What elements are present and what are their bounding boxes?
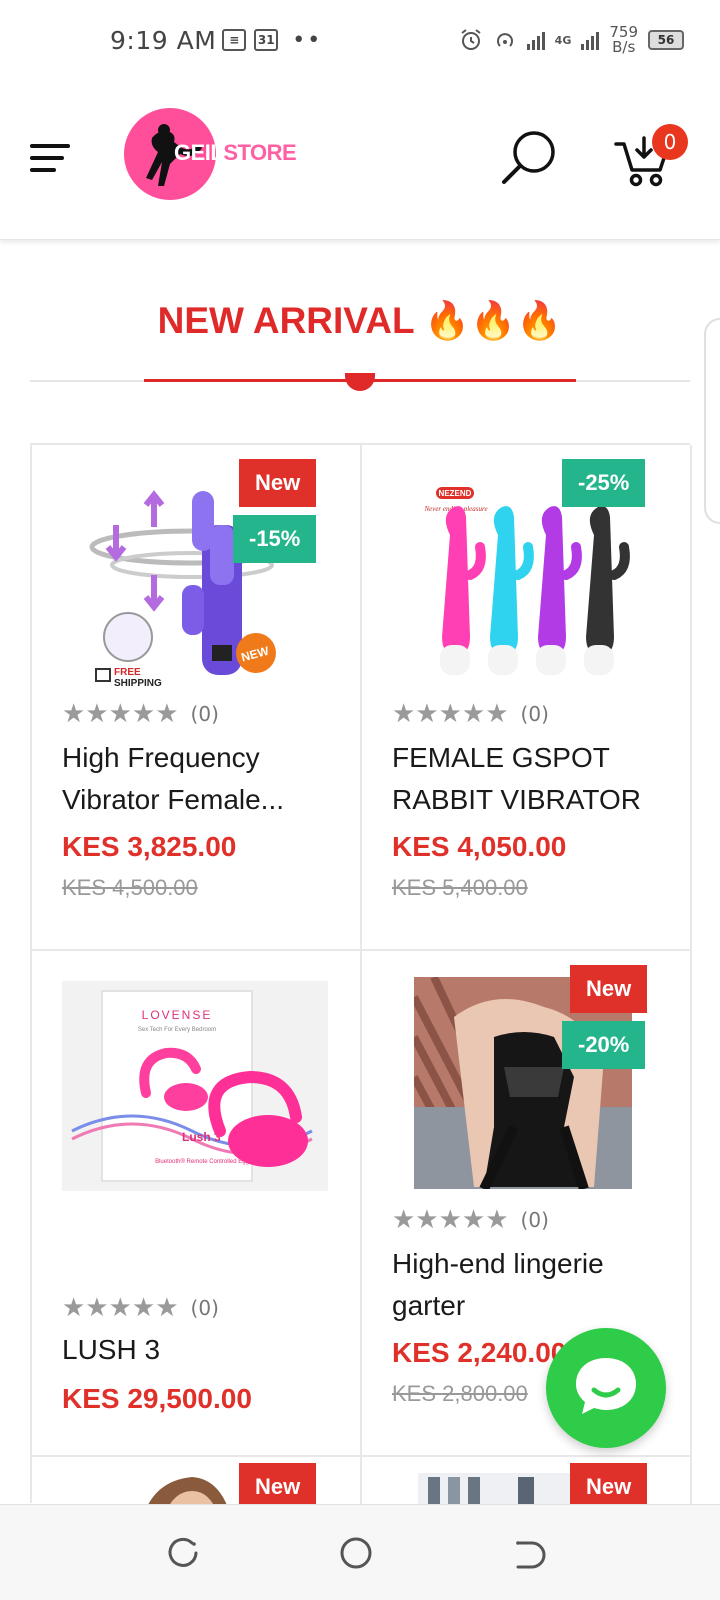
new-badge: New — [570, 965, 648, 1013]
star-icon: ★★★★★ — [392, 699, 509, 729]
recent-apps-icon[interactable] — [166, 1535, 202, 1571]
product-old-price: KES 4,500.00 — [62, 875, 198, 900]
product-price: KES 2,240.00 — [392, 1337, 567, 1368]
discount-badge: -15% — [233, 515, 317, 563]
product-name[interactable]: LUSH 3 — [62, 1329, 342, 1371]
search-button[interactable] — [500, 128, 560, 188]
product-price: KES 4,050.00 — [392, 831, 567, 862]
logo-text-store: STORE — [223, 140, 297, 165]
star-icon: ★★★★★ — [62, 699, 179, 729]
product-name[interactable]: FEMALE GSPOT RABBIT VIBRATOR — [392, 737, 672, 821]
signal-icon-2 — [581, 30, 600, 50]
status-bar: 9:19 AM ≡ 31 •• 4G 759 B/s 56 — [0, 0, 720, 80]
search-icon — [502, 131, 555, 184]
product-card[interactable]: NEZEND Never ending pleasure — [362, 445, 692, 951]
image-brand: LOVENSE — [142, 1008, 213, 1022]
star-icon: ★★★★★ — [62, 1293, 179, 1323]
network-speed: 759 B/s — [609, 25, 638, 55]
store-logo[interactable]: GEILSTORE — [124, 108, 297, 200]
star-rating: ★★★★★ (0) — [62, 699, 219, 729]
image-label-shipping: SHIPPING — [114, 678, 162, 689]
network-type: 4G — [554, 33, 572, 47]
chat-bubble-icon — [576, 1358, 636, 1414]
rating-count: (0) — [190, 1296, 219, 1320]
side-panel-handle[interactable] — [704, 318, 720, 524]
star-rating: ★★★★★ (0) — [392, 1205, 549, 1235]
image-label-free: FREE — [114, 667, 141, 678]
logo-text-geil: GEIL — [174, 140, 224, 165]
product-price: KES 3,825.00 — [62, 831, 237, 862]
battery-icon: 56 — [648, 30, 684, 50]
logo-wordmark: GEILSTORE — [174, 140, 297, 166]
product-old-price: KES 5,400.00 — [392, 875, 528, 900]
rating-count: (0) — [520, 702, 549, 726]
rating-count: (0) — [190, 702, 219, 726]
section-title: NEW ARRIVAL 🔥🔥🔥 — [157, 300, 563, 341]
system-nav-bar — [0, 1504, 720, 1600]
signal-icon — [526, 30, 545, 50]
more-notifications-icon: •• — [292, 27, 323, 53]
image-brand: NEZEND — [439, 489, 472, 498]
star-icon: ★★★★★ — [392, 1205, 509, 1235]
chat-button[interactable] — [546, 1328, 666, 1448]
status-time: 9:19 AM — [110, 25, 217, 55]
hamburger-icon[interactable] — [30, 142, 70, 174]
product-price: KES 29,500.00 — [62, 1383, 252, 1414]
product-image[interactable]: LOVENSE Sex Tech For Every Bedroom Lush … — [62, 981, 328, 1191]
product-name[interactable]: High Frequency Vibrator Female... — [62, 737, 342, 821]
back-icon[interactable] — [510, 1535, 546, 1571]
news-icon: ≡ — [222, 29, 247, 51]
product-old-price: KES 2,800.00 — [392, 1381, 528, 1406]
discount-badge: -25% — [562, 459, 646, 507]
cart-count-badge: 0 — [652, 124, 688, 160]
star-rating: ★★★★★ (0) — [62, 1293, 219, 1323]
product-card[interactable]: LOVENSE Sex Tech For Every Bedroom Lush … — [32, 951, 362, 1457]
home-icon[interactable] — [338, 1535, 374, 1571]
hotspot-icon — [496, 33, 513, 47]
image-tagline: Sex Tech For Every Bedroom — [138, 1027, 216, 1033]
discount-badge: -20% — [562, 1021, 646, 1069]
rating-count: (0) — [520, 1208, 549, 1232]
alarm-icon — [461, 29, 481, 50]
speed-unit: B/s — [612, 38, 636, 56]
product-card[interactable]: NEW FREE SHIPPING New -15% ★★★★★ (0) Hig… — [32, 445, 362, 951]
calendar-icon: 31 — [254, 29, 279, 51]
star-rating: ★★★★★ (0) — [392, 699, 549, 729]
site-header: GEILSTORE 0 — [0, 80, 720, 240]
image-subline: Bluetooth® Remote Controlled Egg — [155, 1158, 249, 1165]
title-divider-dot — [345, 373, 375, 391]
new-badge: New — [239, 459, 317, 507]
product-name[interactable]: High-end lingerie garter — [392, 1243, 672, 1327]
